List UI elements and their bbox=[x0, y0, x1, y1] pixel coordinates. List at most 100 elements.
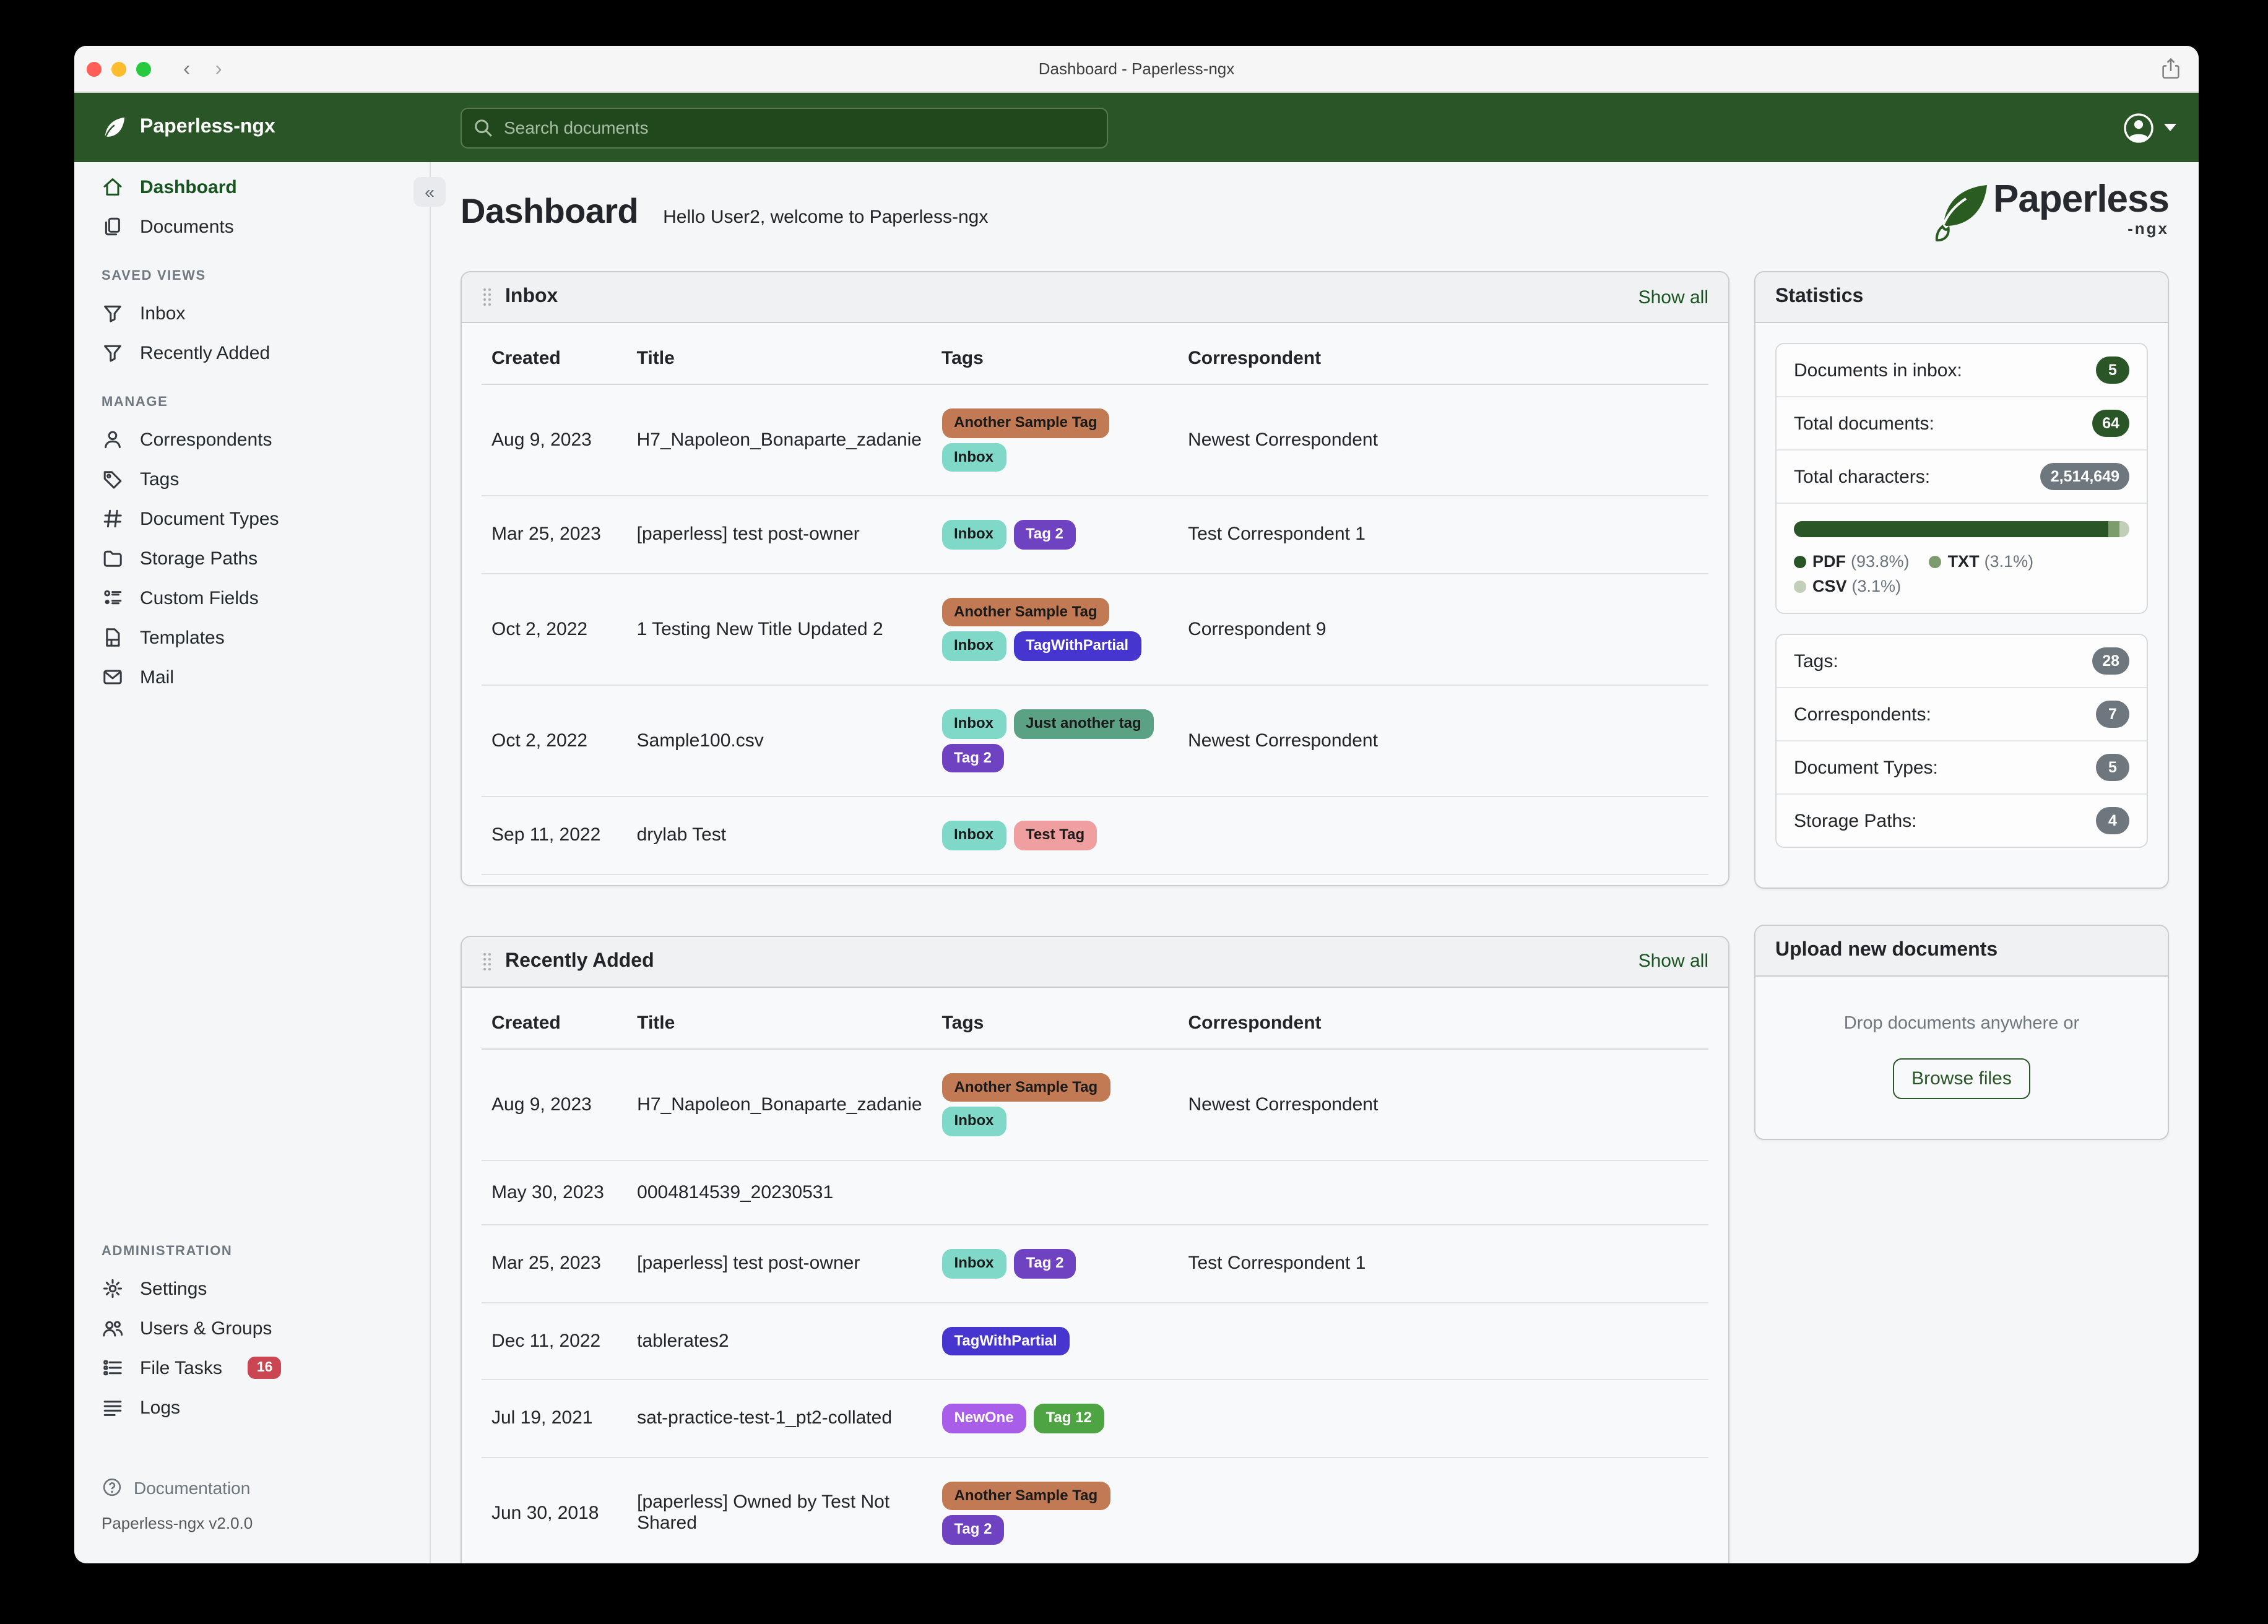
minimize-window-button[interactable] bbox=[111, 61, 126, 76]
table-row[interactable]: May 30, 2023 0004814539_20230531 bbox=[482, 1160, 1708, 1225]
tag-badge[interactable]: Inbox bbox=[941, 520, 1006, 550]
file-type-chart: PDF (93.8%) TXT (3.1%) CSV (3.1%) bbox=[1777, 504, 2147, 613]
tag-badge[interactable]: Another Sample Tag bbox=[941, 1073, 1110, 1102]
sidebar-item-file-tasks[interactable]: File Tasks 16 bbox=[74, 1348, 430, 1388]
sidebar-nav: Dashboard Documents SAVED VIEWS Inbox Recent… bbox=[74, 167, 430, 697]
statistics-card: Statistics Documents in inbox: 5 Total doc… bbox=[1754, 271, 2169, 889]
legend-dot-icon bbox=[1794, 580, 1806, 592]
brand[interactable]: Paperless-ngx bbox=[74, 113, 431, 142]
title-cell: H7_Napoleon_Bonaparte_zadanie bbox=[626, 384, 932, 497]
table-row[interactable]: Dec 11, 2022 tablerates2 TagWithPartial bbox=[482, 1302, 1708, 1381]
back-button[interactable]: ‹ bbox=[183, 58, 190, 79]
sidebar-item-inbox[interactable]: Inbox bbox=[74, 293, 430, 333]
table-row[interactable]: Aug 9, 2023 H7_Napoleon_Bonaparte_zadanie… bbox=[482, 384, 1708, 497]
tag-badge[interactable]: Inbox bbox=[941, 631, 1006, 661]
sidebar-item-settings[interactable]: Settings bbox=[74, 1269, 430, 1308]
stat-label: Correspondents: bbox=[1794, 704, 1931, 725]
sidebar-item-label: Storage Paths bbox=[140, 548, 258, 569]
forward-button[interactable]: › bbox=[215, 58, 222, 79]
sidebar-item-correspondents[interactable]: Correspondents bbox=[74, 420, 430, 459]
tag-badge[interactable]: Inbox bbox=[941, 709, 1006, 739]
paperless-ngx-logo: Paperless -ngx bbox=[1931, 179, 2170, 244]
drop-zone[interactable]: Drop documents anywhere or Browse files bbox=[1755, 977, 2168, 1139]
documents-icon bbox=[102, 215, 124, 238]
zoom-window-button[interactable] bbox=[136, 61, 151, 76]
gear-icon bbox=[102, 1277, 124, 1300]
tag-badge[interactable]: Just another tag bbox=[1013, 709, 1154, 739]
stat-row: Tags: 28 bbox=[1777, 635, 2147, 688]
sidebar-item-label: Mail bbox=[140, 667, 175, 688]
table-row[interactable]: Oct 2, 2022 Sample100.csv Inbox Just anothe… bbox=[482, 685, 1708, 798]
sidebar-item-mail[interactable]: Mail bbox=[74, 657, 430, 697]
stat-value-badge: 4 bbox=[2096, 807, 2129, 834]
correspondent-cell: Newest Correspondent bbox=[1178, 384, 1708, 497]
tag-badge[interactable]: Another Sample Tag bbox=[941, 597, 1110, 627]
drag-handle-icon[interactable] bbox=[482, 287, 493, 307]
tag-badge[interactable]: Another Sample Tag bbox=[941, 1481, 1110, 1511]
sidebar-item-custom-fields[interactable]: Custom Fields bbox=[74, 578, 430, 618]
table-row[interactable]: Sep 11, 2022 drylab Test Inbox Test Tag bbox=[482, 797, 1708, 875]
tag-badge[interactable]: Tag 2 bbox=[1013, 1248, 1076, 1279]
tag-badge[interactable]: TagWithPartial bbox=[941, 1326, 1070, 1356]
tag-icon bbox=[102, 468, 124, 490]
created-cell: Dec 11, 2022 bbox=[482, 1302, 628, 1381]
sidebar-item-tags[interactable]: Tags bbox=[74, 459, 430, 499]
table-row[interactable]: Oct 2, 2022 1 Testing New Title Updated 2… bbox=[482, 573, 1708, 686]
sidebar-item-label: Custom Fields bbox=[140, 587, 259, 608]
column-header-title: Title bbox=[627, 995, 932, 1050]
user-menu[interactable] bbox=[2122, 111, 2199, 144]
tag-badge[interactable]: Another Sample Tag bbox=[941, 408, 1110, 438]
sidebar-item-label: Templates bbox=[140, 627, 225, 648]
sidebar-item-storage-paths[interactable]: Storage Paths bbox=[74, 538, 430, 578]
legend-item-csv: CSV (3.1%) bbox=[1794, 577, 1901, 595]
table-row[interactable]: Aug 9, 2023 H7_Napoleon_Bonaparte_zadanie… bbox=[482, 1048, 1708, 1161]
correspondent-cell: Test Correspondent 1 bbox=[1178, 496, 1708, 574]
sidebar-item-document-types[interactable]: Document Types bbox=[74, 499, 430, 538]
tags-cell: Inbox Test Tag bbox=[932, 797, 1179, 875]
created-cell: Mar 25, 2023 bbox=[482, 496, 627, 574]
tag-badge[interactable]: TagWithPartial bbox=[1013, 631, 1141, 661]
sidebar-item-logs[interactable]: Logs bbox=[74, 1388, 430, 1427]
search-input[interactable] bbox=[461, 107, 1108, 148]
brand-label: Paperless-ngx bbox=[140, 116, 275, 137]
sidebar-item-dashboard[interactable]: Dashboard bbox=[74, 167, 430, 207]
table-row[interactable]: Mar 25, 2023 [paperless] test post-owner I… bbox=[482, 1224, 1708, 1303]
upload-card: Upload new documents Drop documents anyw… bbox=[1754, 925, 2169, 1140]
table-row[interactable]: Jun 30, 2018 [paperless] Owned by Test No… bbox=[482, 1457, 1708, 1563]
app-version: Paperless-ngx v2.0.0 bbox=[102, 1514, 253, 1532]
sidebar-item-users-groups[interactable]: Users & Groups bbox=[74, 1308, 430, 1348]
tag-badge[interactable]: Inbox bbox=[941, 821, 1006, 850]
tag-badge[interactable]: NewOne bbox=[941, 1404, 1026, 1433]
table-row[interactable]: Jul 19, 2021 sat-practice-test-1_pt2-coll… bbox=[482, 1380, 1708, 1458]
tag-badge[interactable]: Inbox bbox=[941, 443, 1006, 472]
title-cell: Sample100.csv bbox=[626, 685, 932, 798]
file-tasks-count-badge: 16 bbox=[248, 1357, 282, 1379]
tag-badge[interactable]: Inbox bbox=[941, 1107, 1006, 1136]
tag-badge[interactable]: Tag 2 bbox=[1013, 520, 1076, 550]
main-content: Dashboard Hello User2, welcome to Paperl… bbox=[431, 162, 2199, 1563]
tags-cell: Another Sample Tag Inbox TagWithPartial bbox=[932, 573, 1179, 686]
title-cell: tablerates2 bbox=[627, 1302, 932, 1381]
close-window-button[interactable] bbox=[87, 61, 102, 76]
show-all-link[interactable]: Show all bbox=[1638, 951, 1708, 972]
tag-badge[interactable]: Inbox bbox=[941, 1248, 1006, 1279]
tag-badge[interactable]: Tag 12 bbox=[1033, 1404, 1104, 1433]
sidebar-collapse-button[interactable]: « bbox=[413, 177, 446, 207]
tag-badge[interactable]: Tag 2 bbox=[941, 743, 1004, 773]
show-all-link[interactable]: Show all bbox=[1638, 287, 1708, 308]
browse-files-button[interactable]: Browse files bbox=[1893, 1058, 2030, 1099]
sidebar-item-recently-added[interactable]: Recently Added bbox=[74, 333, 430, 373]
drag-handle-icon[interactable] bbox=[482, 952, 493, 972]
table-row[interactable]: Mar 25, 2023 [paperless] test post-owner I… bbox=[482, 496, 1708, 574]
sidebar-item-documents[interactable]: Documents bbox=[74, 207, 430, 246]
correspondent-cell: Newest Correspondent bbox=[1178, 1048, 1708, 1161]
tag-badge[interactable]: Tag 2 bbox=[941, 1515, 1005, 1545]
created-cell: Mar 25, 2023 bbox=[482, 1224, 628, 1303]
card-title: Inbox bbox=[505, 286, 558, 307]
tags-cell: Inbox Tag 2 bbox=[932, 496, 1179, 574]
documentation-link[interactable]: Documentation bbox=[102, 1477, 430, 1498]
sidebar-item-templates[interactable]: Templates bbox=[74, 618, 430, 657]
tag-badge[interactable]: Test Tag bbox=[1013, 821, 1097, 850]
stat-value-badge: 7 bbox=[2096, 701, 2129, 728]
share-icon[interactable] bbox=[2160, 57, 2181, 80]
